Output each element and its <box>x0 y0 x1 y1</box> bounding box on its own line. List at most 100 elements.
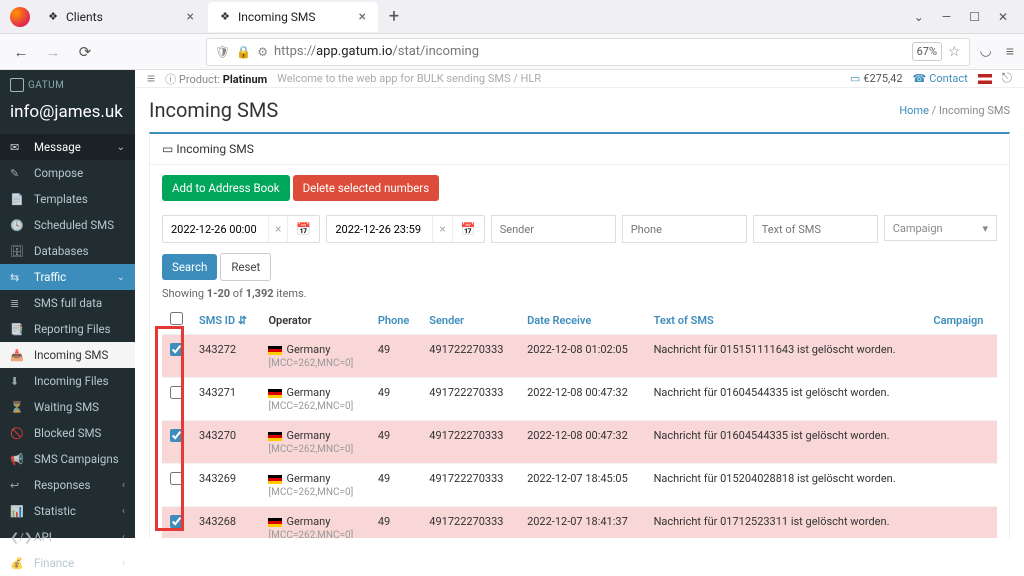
cell-text: Nachricht für 01604544335 ist gelöscht w… <box>646 421 926 464</box>
new-tab-button[interactable]: + <box>380 6 408 27</box>
cell-sms-id: 343268 <box>191 507 260 539</box>
sidebar-item-compose[interactable]: ✎Compose <box>0 160 135 186</box>
cell-text: Nachricht für 015151111643 ist gelöscht … <box>646 335 926 378</box>
sms-table: SMS ID ⇵ Operator Phone Sender Date Rece… <box>162 306 997 538</box>
clear-icon[interactable]: × <box>432 216 451 242</box>
url-input[interactable]: 🛡 🔒 ⚙ https://app.gatum.io/stat/incoming… <box>206 38 970 66</box>
row-checkbox[interactable] <box>170 429 183 442</box>
bookmark-star-icon[interactable]: ☆ <box>948 44 961 60</box>
shield-icon: 🛡 <box>215 45 230 59</box>
phone-icon: ☎ <box>913 72 927 85</box>
tab-label: Clients <box>66 10 185 24</box>
cell-sender: 491722270333 <box>421 378 519 421</box>
close-window-icon[interactable]: ✕ <box>998 10 1008 24</box>
database-icon: 🗄 <box>10 245 26 258</box>
permissions-icon: ⚙ <box>257 45 268 59</box>
flag-de-icon <box>268 346 282 355</box>
balance-display[interactable]: ▭€275,42 <box>850 72 903 85</box>
cell-phone: 49 <box>370 335 421 378</box>
sidebar-item-statistic[interactable]: 📊Statistic‹ <box>0 498 135 524</box>
cell-sms-id: 343271 <box>191 378 260 421</box>
col-operator: Operator <box>260 306 369 335</box>
sidebar-item-waiting[interactable]: ⏳Waiting SMS <box>0 394 135 420</box>
sidebar-item-databases[interactable]: 🗄Databases <box>0 238 135 264</box>
row-checkbox[interactable] <box>170 343 183 356</box>
col-campaign[interactable]: Campaign <box>925 306 997 335</box>
col-phone[interactable]: Phone <box>370 306 421 335</box>
forward-button[interactable]: → <box>42 43 64 61</box>
add-address-book-button[interactable]: Add to Address Book <box>162 175 290 201</box>
cell-sender: 491722270333 <box>421 507 519 539</box>
minimize-icon[interactable]: — <box>942 10 951 24</box>
close-tab-icon[interactable]: × <box>357 9 368 25</box>
chevron-down-icon: ▾ <box>982 222 988 235</box>
sidebar-item-templates[interactable]: 📄Templates <box>0 186 135 212</box>
row-checkbox[interactable] <box>170 386 183 399</box>
sidebar-item-scheduled[interactable]: 🕓Scheduled SMS <box>0 212 135 238</box>
flag-de-icon <box>268 432 282 441</box>
flag-us-icon[interactable] <box>978 74 992 84</box>
cell-sms-id: 343269 <box>191 464 260 507</box>
clear-icon[interactable]: × <box>268 216 287 242</box>
chevron-down-icon[interactable]: ⌄ <box>914 10 924 24</box>
reset-button[interactable]: Reset <box>220 253 271 281</box>
delete-selected-button[interactable]: Delete selected numbers <box>293 175 440 201</box>
chevron-left-icon: ‹ <box>122 480 125 491</box>
col-text[interactable]: Text of SMS <box>646 306 926 335</box>
menu-icon[interactable]: ≡ <box>1006 43 1014 60</box>
campaign-select[interactable]: Campaign▾ <box>884 215 997 241</box>
logout-icon[interactable]: ⎋ <box>1002 71 1012 86</box>
sidebar-item-finance[interactable]: 💰Finance‹ <box>0 550 135 576</box>
breadcrumb-home[interactable]: Home <box>899 104 929 117</box>
cell-date: 2022-12-08 00:47:32 <box>519 421 646 464</box>
sidebar-item-sms-full[interactable]: ≣SMS full data <box>0 290 135 316</box>
money-icon: 💰 <box>10 557 26 570</box>
sidebar-item-incoming-sms[interactable]: 📥Incoming SMS <box>0 342 135 368</box>
breadcrumb-current: Incoming SMS <box>939 104 1010 117</box>
back-button[interactable]: ← <box>10 43 32 61</box>
pocket-icon[interactable]: ◡ <box>980 43 992 60</box>
maximize-icon[interactable]: ☐ <box>969 10 980 24</box>
row-checkbox[interactable] <box>170 472 183 485</box>
calendar-icon[interactable]: 📅 <box>452 216 484 242</box>
search-button[interactable]: Search <box>162 254 217 280</box>
sidebar-item-incoming-files[interactable]: ⬇Incoming Files <box>0 368 135 394</box>
cell-operator: Germany[MCC=262,MNC=0] <box>260 464 369 507</box>
chevron-left-icon: ‹ <box>122 558 125 569</box>
sidebar-item-api[interactable]: ❮/❯API‹ <box>0 524 135 550</box>
flag-de-icon <box>268 389 282 398</box>
contact-link[interactable]: ☎Contact <box>913 72 968 85</box>
zoom-level[interactable]: 67% <box>912 42 942 61</box>
col-sender[interactable]: Sender <box>421 306 519 335</box>
col-date[interactable]: Date Receive <box>519 306 646 335</box>
cell-text: Nachricht für 01604544335 ist gelöscht w… <box>646 378 926 421</box>
date-to-input[interactable]: × 📅 <box>326 215 484 243</box>
hamburger-icon[interactable]: ≡ <box>147 70 155 87</box>
cell-phone: 49 <box>370 421 421 464</box>
browser-tab-strip: ❖ Clients × ❖ Incoming SMS × + ⌄ — ☐ ✕ <box>0 0 1024 34</box>
cell-campaign <box>925 335 997 378</box>
col-sms-id[interactable]: SMS ID ⇵ <box>191 306 260 335</box>
row-checkbox[interactable] <box>170 515 183 528</box>
select-all-checkbox[interactable] <box>170 312 183 325</box>
sidebar-item-traffic[interactable]: ⇆Traffic⌄ <box>0 264 135 290</box>
sidebar-item-message[interactable]: ✉Message⌄ <box>0 134 135 160</box>
panel-header: ▭ Incoming SMS <box>149 132 1010 165</box>
page-title: Incoming SMS <box>149 98 278 122</box>
phone-filter[interactable] <box>622 215 747 243</box>
sender-filter[interactable] <box>491 215 616 243</box>
tab-clients[interactable]: ❖ Clients × <box>36 2 206 32</box>
tab-favicon: ❖ <box>46 10 60 24</box>
sidebar-item-campaigns[interactable]: 📢SMS Campaigns <box>0 446 135 472</box>
cell-operator: Germany[MCC=262,MNC=0] <box>260 335 369 378</box>
cell-operator: Germany[MCC=262,MNC=0] <box>260 378 369 421</box>
reload-button[interactable]: ⟳ <box>74 43 96 61</box>
calendar-icon[interactable]: 📅 <box>287 216 319 242</box>
date-from-input[interactable]: × 📅 <box>162 215 320 243</box>
sidebar-item-responses[interactable]: ↩Responses‹ <box>0 472 135 498</box>
sidebar-item-reporting[interactable]: 📑Reporting Files <box>0 316 135 342</box>
close-tab-icon[interactable]: × <box>185 9 196 25</box>
text-filter[interactable] <box>753 215 878 243</box>
sidebar-item-blocked[interactable]: 🚫Blocked SMS <box>0 420 135 446</box>
tab-incoming-sms[interactable]: ❖ Incoming SMS × <box>208 2 378 32</box>
